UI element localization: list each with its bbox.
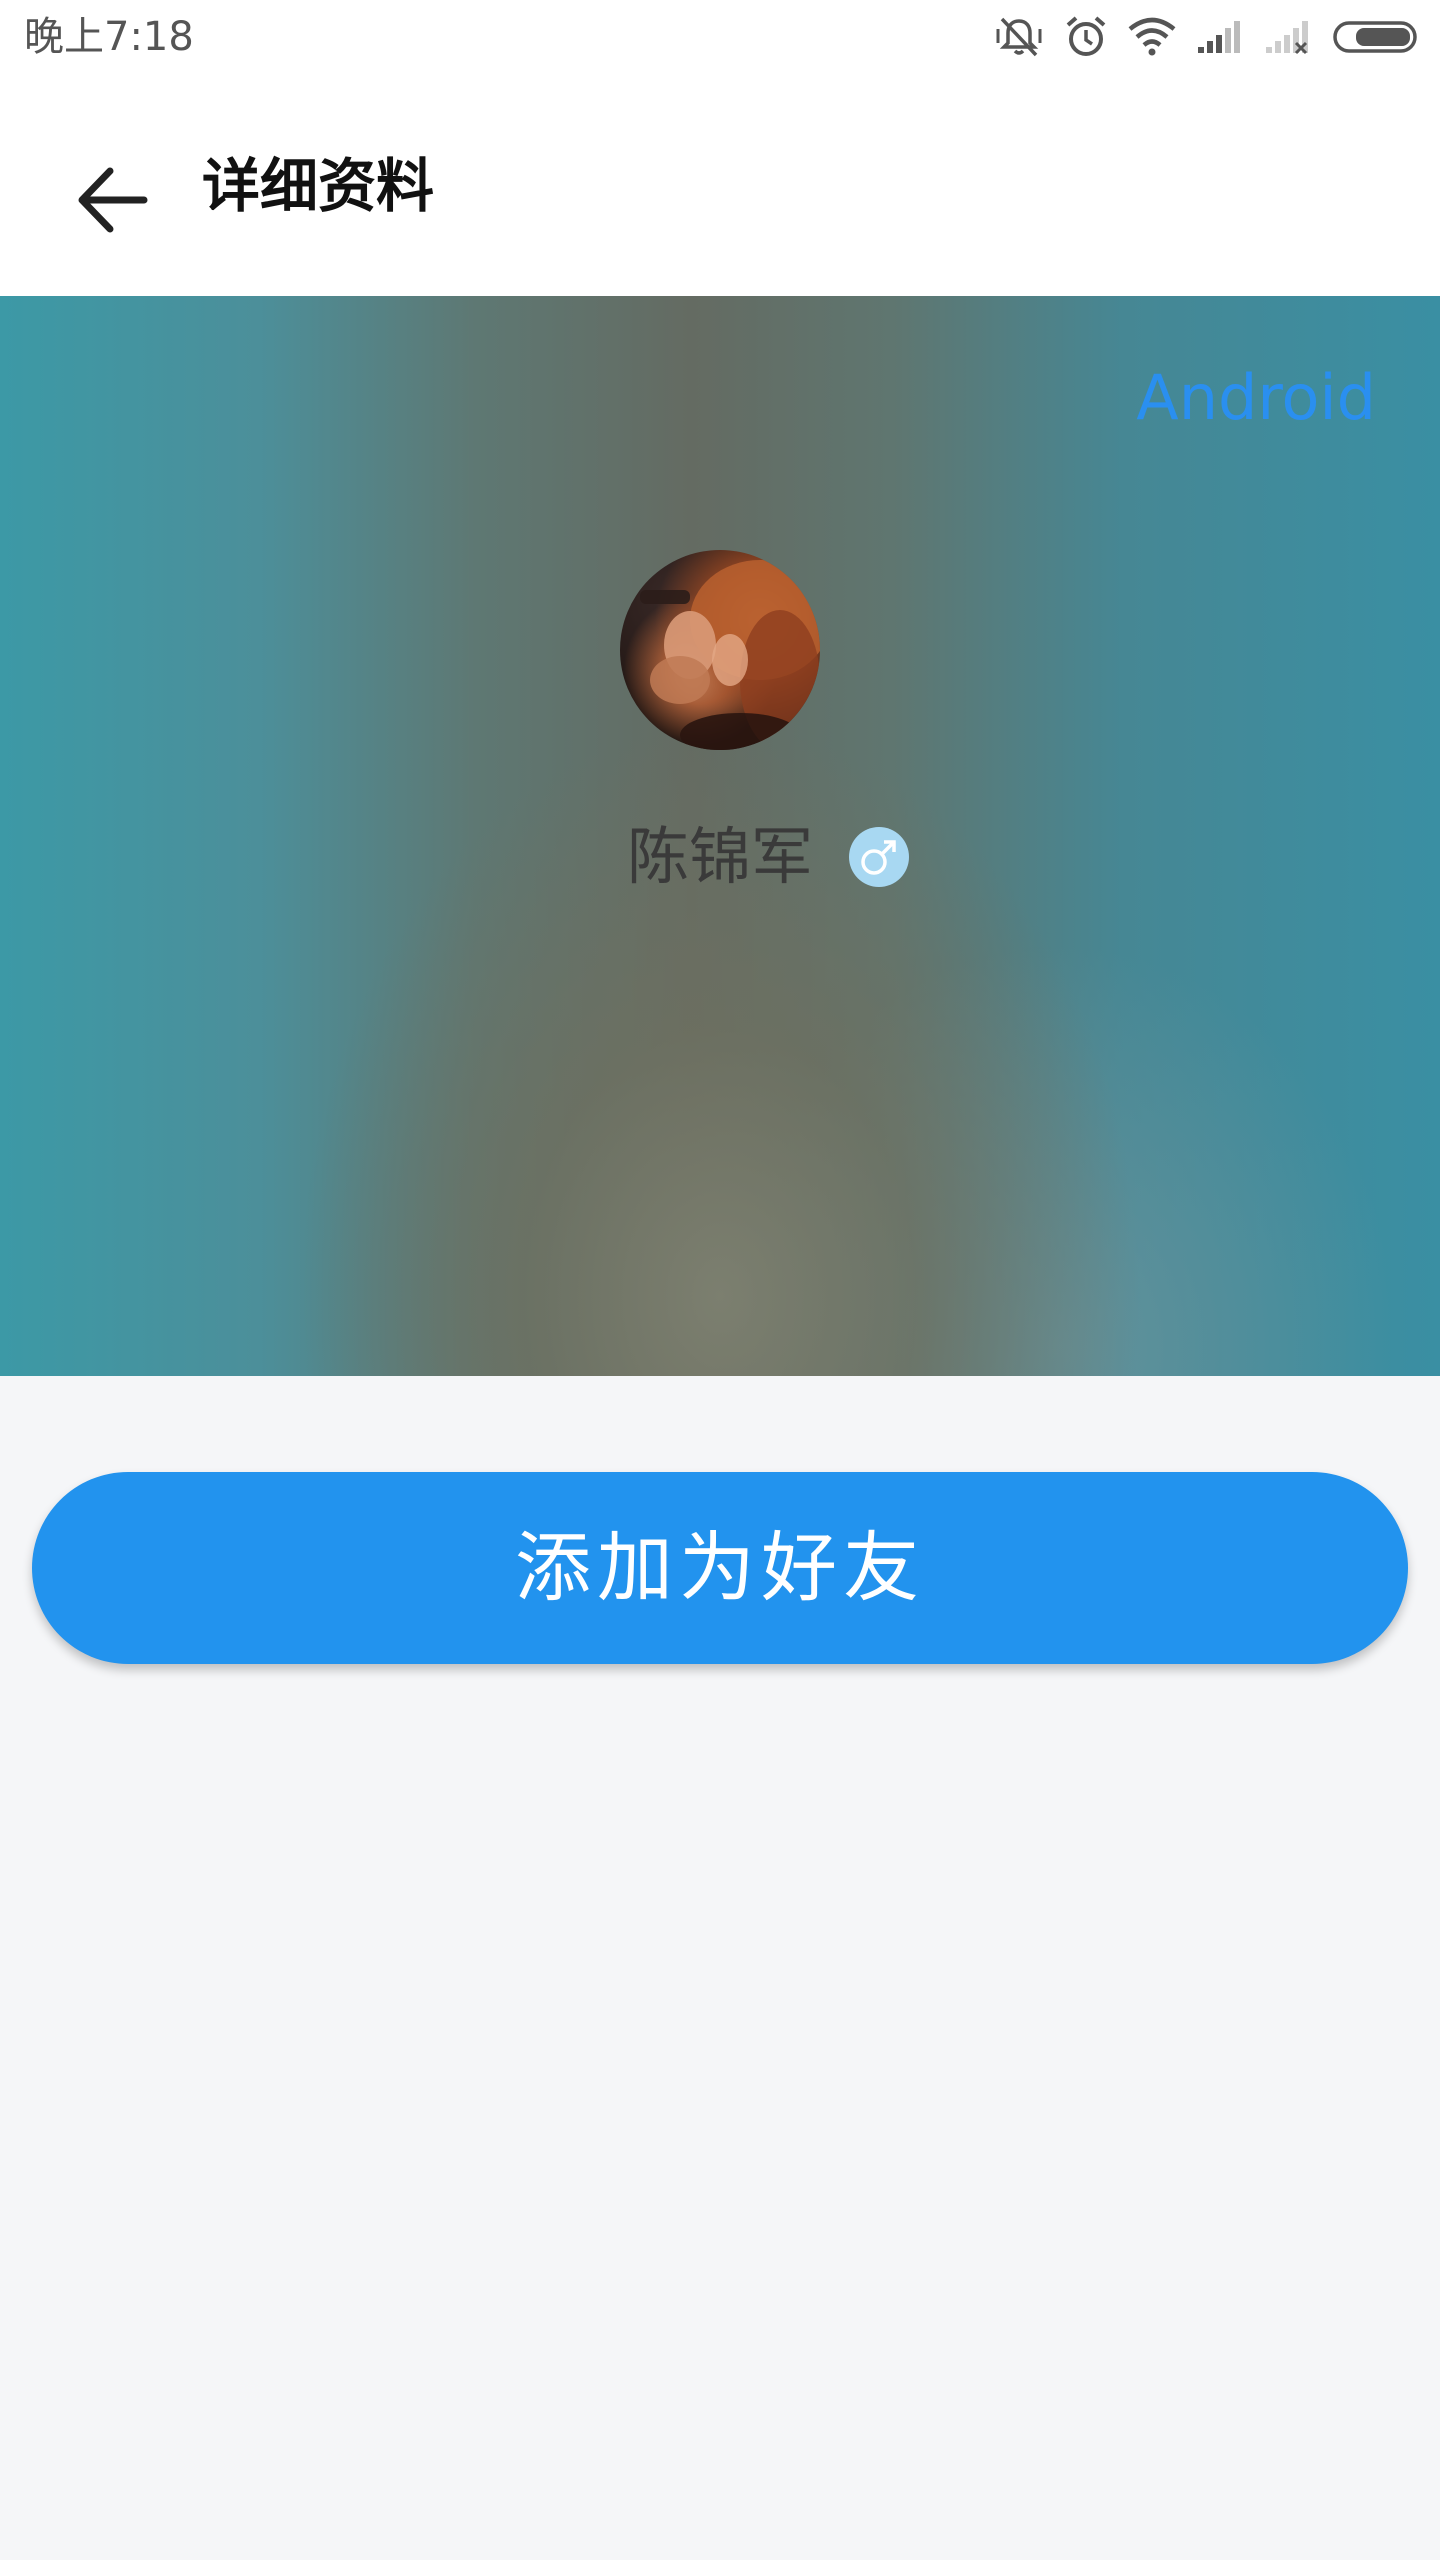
arrow-left-icon — [76, 167, 148, 237]
add-friend-label: 添加为好友 — [515, 1523, 925, 1612]
signal-icon — [1196, 19, 1244, 55]
alarm-icon — [1064, 15, 1108, 59]
signal-off-icon — [1264, 19, 1312, 55]
back-button[interactable] — [52, 142, 172, 262]
app-bar: 详细资料 — [0, 74, 1440, 296]
user-name: 陈锦军 — [626, 820, 813, 893]
page-title: 详细资料 — [202, 152, 435, 220]
add-friend-button[interactable]: 添加为好友 — [32, 1472, 1408, 1664]
male-icon — [849, 827, 909, 887]
mute-vibrate-icon — [994, 15, 1044, 59]
name-row: 陈锦军 — [0, 812, 1440, 902]
battery-icon — [1332, 19, 1422, 55]
status-time: 晚上7:18 — [24, 14, 194, 60]
status-bar: 晚上7:18 — [0, 0, 1440, 74]
screen: 晚上7:18 详细资料 Android 陈锦军 添加为好友 — [0, 0, 1440, 2560]
status-icons — [994, 12, 1422, 62]
profile-banner: Android 陈锦军 — [0, 296, 1440, 1376]
platform-label: Android — [1136, 361, 1376, 434]
avatar[interactable] — [620, 550, 820, 750]
wifi-icon — [1128, 17, 1176, 57]
